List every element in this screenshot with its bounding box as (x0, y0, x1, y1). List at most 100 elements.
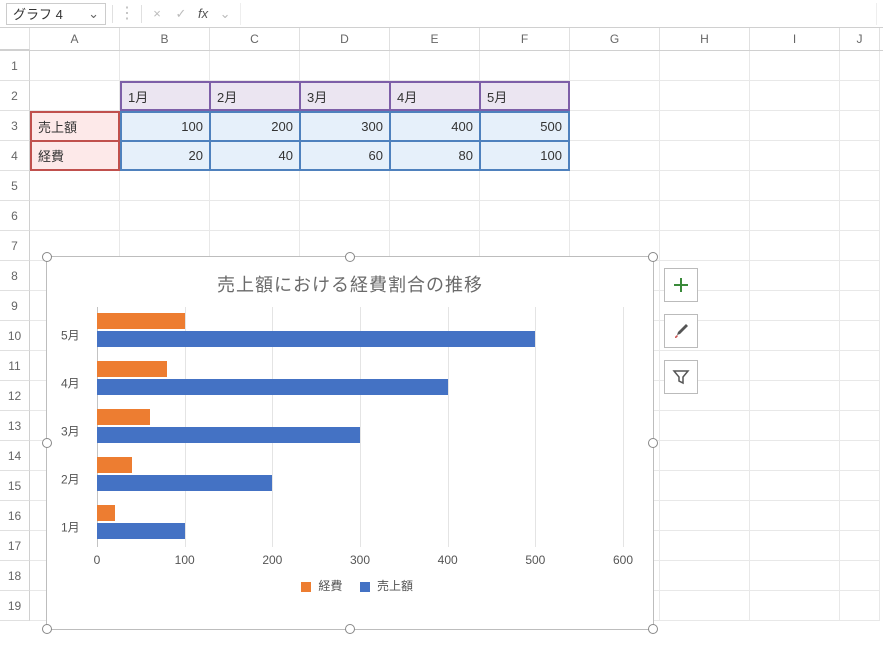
col-header[interactable]: E (390, 28, 480, 50)
cell[interactable]: 売上額 (30, 111, 120, 141)
cell[interactable]: 2月 (210, 81, 300, 111)
worksheet-grid[interactable]: A B C D E F G H I J 1 2 1月 2月 (0, 28, 883, 621)
chevron-down-icon[interactable]: ⌄ (216, 6, 234, 22)
cell[interactable] (840, 531, 880, 561)
chart-styles-button[interactable] (664, 314, 698, 348)
cell[interactable] (30, 81, 120, 111)
cell[interactable]: 40 (210, 141, 300, 171)
cell[interactable] (390, 51, 480, 81)
cell[interactable]: 5月 (480, 81, 570, 111)
cell[interactable] (660, 201, 750, 231)
chevron-down-icon[interactable]: ⌄ (88, 6, 99, 22)
chart-title[interactable]: 売上額における経費割合の推移 (47, 257, 653, 303)
cell[interactable] (480, 201, 570, 231)
cell[interactable] (480, 51, 570, 81)
cell[interactable] (840, 111, 880, 141)
cell[interactable] (750, 231, 840, 261)
cell[interactable] (660, 81, 750, 111)
cell[interactable] (750, 351, 840, 381)
cell[interactable] (750, 111, 840, 141)
col-header[interactable]: H (660, 28, 750, 50)
cell[interactable]: 500 (480, 111, 570, 141)
cell[interactable] (750, 531, 840, 561)
row-header[interactable]: 5 (0, 171, 30, 201)
cell[interactable]: 1月 (120, 81, 210, 111)
row-header[interactable]: 3 (0, 111, 30, 141)
cell[interactable]: 100 (480, 141, 570, 171)
chart-bar[interactable] (97, 457, 132, 473)
col-header[interactable]: F (480, 28, 570, 50)
cell[interactable] (120, 171, 210, 201)
row-header[interactable]: 14 (0, 441, 30, 471)
cell[interactable] (660, 441, 750, 471)
cell[interactable] (840, 591, 880, 621)
cell[interactable]: 80 (390, 141, 480, 171)
cell[interactable]: 200 (210, 111, 300, 141)
row-header[interactable]: 18 (0, 561, 30, 591)
cell[interactable] (840, 381, 880, 411)
cell[interactable] (660, 561, 750, 591)
row-header[interactable]: 6 (0, 201, 30, 231)
cell[interactable] (840, 141, 880, 171)
resize-handle[interactable] (648, 624, 658, 634)
cell[interactable]: 100 (120, 111, 210, 141)
row-header[interactable]: 8 (0, 261, 30, 291)
cell[interactable] (840, 51, 880, 81)
cell[interactable] (840, 411, 880, 441)
cell[interactable] (120, 51, 210, 81)
cell[interactable] (660, 591, 750, 621)
cell[interactable] (660, 141, 750, 171)
cell[interactable] (570, 81, 660, 111)
chart-bar[interactable] (97, 523, 185, 539)
cell[interactable] (750, 81, 840, 111)
chart-plot-area[interactable]: 5月4月3月2月1月 (97, 307, 623, 547)
formula-input[interactable] (240, 3, 877, 25)
cell[interactable] (840, 171, 880, 201)
cell[interactable] (390, 201, 480, 231)
cell[interactable] (300, 171, 390, 201)
chart-bar-group[interactable]: 1月 (97, 503, 623, 543)
chart-object[interactable]: 売上額における経費割合の推移 5月4月3月2月1月 01002003004005… (46, 256, 654, 630)
chart-bar-group[interactable]: 5月 (97, 311, 623, 351)
cell[interactable] (750, 591, 840, 621)
row-header[interactable]: 1 (0, 51, 30, 81)
cell[interactable] (840, 471, 880, 501)
cell[interactable] (570, 51, 660, 81)
cell[interactable] (750, 381, 840, 411)
chart-bar[interactable] (97, 505, 115, 521)
cell[interactable] (30, 171, 120, 201)
cell[interactable] (750, 141, 840, 171)
cell[interactable] (660, 471, 750, 501)
cell[interactable] (840, 261, 880, 291)
col-header[interactable]: G (570, 28, 660, 50)
cell[interactable] (750, 171, 840, 201)
chart-bar[interactable] (97, 379, 448, 395)
chart-filter-button[interactable] (664, 360, 698, 394)
cell[interactable] (480, 171, 570, 201)
row-header[interactable]: 4 (0, 141, 30, 171)
cell[interactable]: 4月 (390, 81, 480, 111)
cell[interactable] (300, 51, 390, 81)
cell[interactable]: 60 (300, 141, 390, 171)
cell[interactable] (660, 171, 750, 201)
resize-handle[interactable] (42, 438, 52, 448)
cell[interactable] (30, 51, 120, 81)
chart-bar[interactable] (97, 409, 150, 425)
col-header[interactable]: C (210, 28, 300, 50)
col-header[interactable]: J (840, 28, 880, 50)
fx-icon[interactable]: fx (196, 6, 210, 21)
more-icon[interactable]: ⋮ (119, 6, 135, 22)
chart-bar[interactable] (97, 331, 535, 347)
cell[interactable] (390, 171, 480, 201)
cell[interactable] (750, 501, 840, 531)
cell[interactable]: 3月 (300, 81, 390, 111)
cell[interactable] (660, 501, 750, 531)
col-header[interactable]: D (300, 28, 390, 50)
chart-bar[interactable] (97, 361, 167, 377)
cell[interactable] (840, 201, 880, 231)
cell[interactable] (840, 81, 880, 111)
cell[interactable] (660, 111, 750, 141)
accept-formula-button[interactable]: ✓ (172, 6, 190, 22)
chart-bar-group[interactable]: 2月 (97, 455, 623, 495)
resize-handle[interactable] (345, 252, 355, 262)
